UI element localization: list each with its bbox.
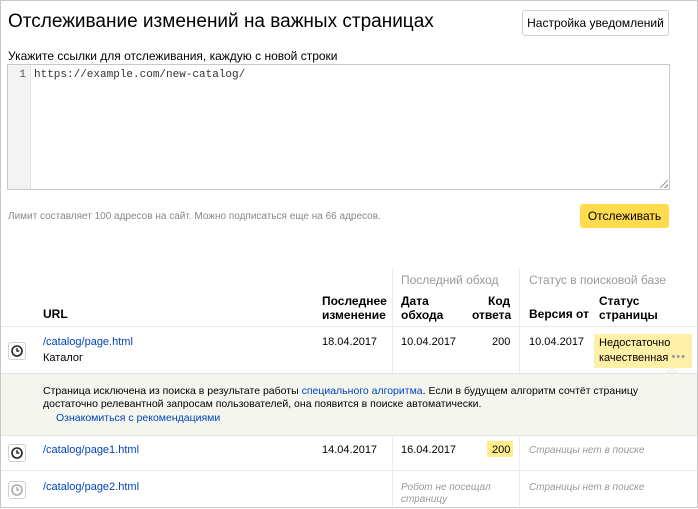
more-dots-icon[interactable]: ••• <box>671 350 686 365</box>
row-status-not-in-search: Страницы нет в поиске <box>529 445 645 456</box>
row-url-link[interactable]: /catalog/page.html <box>43 336 133 348</box>
row-crawl-date: 16.04.2017 <box>401 444 457 456</box>
row-crawl-date: 10.04.2017 <box>401 336 457 348</box>
row-status-not-in-search: Страницы нет в поиске <box>529 482 645 493</box>
resize-handle[interactable] <box>660 180 668 188</box>
row-response-code: 200 <box>492 444 511 456</box>
detail-text-before: Страница исключена из поиска в результат… <box>43 385 302 397</box>
row-last-change: 18.04.2017 <box>322 336 378 348</box>
clock-icon[interactable] <box>8 444 26 462</box>
urls-field-label: Укажите ссылки для отслеживания, каждую … <box>8 49 338 63</box>
header-response-code-2: ответа <box>472 308 512 322</box>
header-status-1: Статус <box>599 294 640 308</box>
header-status-2: страницы <box>599 308 658 322</box>
header-divider <box>1 326 697 327</box>
url-line[interactable]: https://example.com/new-catalog/ <box>34 69 245 81</box>
row-crawl-note-1: Робот не посещал <box>401 482 491 493</box>
line-number-gutter: 1 <box>8 65 31 189</box>
group-last-crawl: Последний обход <box>401 273 499 287</box>
line-number: 1 <box>19 69 26 81</box>
header-last-change-2: изменение <box>322 308 386 322</box>
limit-text: Лимит составляет 100 адресов на сайт. Мо… <box>8 211 381 222</box>
group-search-status: Статус в поисковой базе <box>529 273 667 287</box>
detail-panel: Страница исключена из поиска в результат… <box>1 373 697 436</box>
page-title: Отслеживание изменений на важных страниц… <box>8 11 434 32</box>
header-crawl-date-1: Дата <box>401 294 429 308</box>
row-divider <box>1 470 697 471</box>
header-response-code-1: Код <box>488 294 511 308</box>
clock-icon[interactable] <box>8 342 26 360</box>
recommendations-link[interactable]: Ознакомиться с рекомендациями <box>56 412 220 424</box>
track-button[interactable]: Отслеживать <box>580 204 669 228</box>
header-last-change-1: Последнее <box>322 294 387 308</box>
header-version: Версия от <box>529 307 589 321</box>
header-url: URL <box>43 307 68 321</box>
row-response-code: 200 <box>492 336 511 348</box>
row-url-link[interactable]: /catalog/page1.html <box>43 444 139 456</box>
clock-icon[interactable] <box>8 481 26 499</box>
row-subtitle: Каталог <box>43 352 83 364</box>
row-last-change: 14.04.2017 <box>322 444 378 456</box>
header-crawl-date-2: обхода <box>401 308 444 322</box>
row-crawl-note-2: страницу <box>401 494 448 505</box>
row-version: 10.04.2017 <box>529 336 585 348</box>
status-badge[interactable]: Недостаточно качественная ••• <box>594 334 692 368</box>
status-text-1: Недостаточно <box>599 337 671 349</box>
detail-text: Страница исключена из поиска в результат… <box>43 385 683 411</box>
urls-textarea[interactable]: 1 https://example.com/new-catalog/ <box>7 64 670 190</box>
special-algorithm-link[interactable]: специального алгоритма <box>302 385 423 397</box>
row-url-link[interactable]: /catalog/page2.html <box>43 481 139 493</box>
notification-settings-button[interactable]: Настройка уведомлений <box>522 10 669 36</box>
